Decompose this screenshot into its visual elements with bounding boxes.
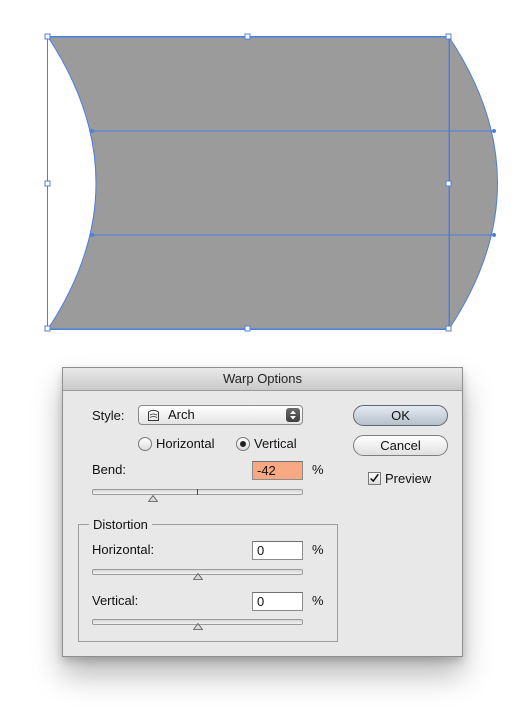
distortion-vertical-input[interactable] — [252, 592, 303, 611]
style-select[interactable]: Arch — [138, 405, 303, 425]
anchor-point[interactable] — [90, 233, 94, 237]
style-select-value: Arch — [168, 407, 195, 422]
dialog-title[interactable]: Warp Options — [63, 368, 462, 391]
checkmark-icon — [370, 473, 379, 483]
warped-artwork-canvas[interactable] — [0, 0, 527, 340]
horizontal-radio-label[interactable]: Horizontal — [156, 436, 215, 452]
bounding-box-handle[interactable] — [445, 325, 452, 332]
distortion-horizontal-slider-thumb[interactable] — [192, 573, 203, 580]
anchor-point[interactable] — [492, 233, 496, 237]
bounding-box-handle[interactable] — [44, 180, 51, 187]
preview-label[interactable]: Preview — [385, 471, 431, 487]
arch-warp-icon — [148, 409, 159, 421]
bounding-box-handle[interactable] — [445, 33, 452, 40]
bounding-box-handle[interactable] — [44, 33, 51, 40]
style-label: Style: — [92, 408, 125, 423]
horizontal-radio[interactable] — [138, 437, 152, 451]
bend-slider-center-tick — [197, 489, 198, 495]
bend-unit: % — [312, 462, 324, 477]
vertical-radio[interactable] — [236, 437, 250, 451]
ok-button[interactable]: OK — [353, 405, 448, 426]
bounding-box-handle[interactable] — [445, 180, 452, 187]
preview-checkbox[interactable] — [368, 472, 381, 485]
distortion-group-title: Distortion — [89, 517, 152, 533]
distortion-horizontal-unit: % — [312, 542, 324, 557]
anchor-point[interactable] — [492, 129, 496, 133]
distortion-horizontal-label: Horizontal: — [92, 542, 155, 557]
distortion-vertical-slider-thumb[interactable] — [192, 623, 203, 630]
warp-options-dialog: Warp Options Style: Arch Horizontal Vert… — [62, 367, 463, 657]
bend-slider-thumb[interactable] — [148, 495, 159, 502]
bend-input[interactable] — [252, 461, 303, 480]
distortion-horizontal-input[interactable] — [252, 541, 303, 560]
bounding-box-handle[interactable] — [244, 33, 251, 40]
vertical-radio-label[interactable]: Vertical — [254, 436, 297, 452]
bounding-box-handle[interactable] — [44, 325, 51, 332]
distortion-vertical-unit: % — [312, 593, 324, 608]
bounding-box-handle[interactable] — [244, 325, 251, 332]
warped-shape[interactable] — [47, 36, 498, 330]
bend-label: Bend: — [92, 462, 126, 477]
anchor-point[interactable] — [90, 129, 94, 133]
chevron-up-down-icon — [286, 408, 300, 422]
cancel-button[interactable]: Cancel — [353, 435, 448, 456]
distortion-vertical-label: Vertical: — [92, 593, 139, 608]
